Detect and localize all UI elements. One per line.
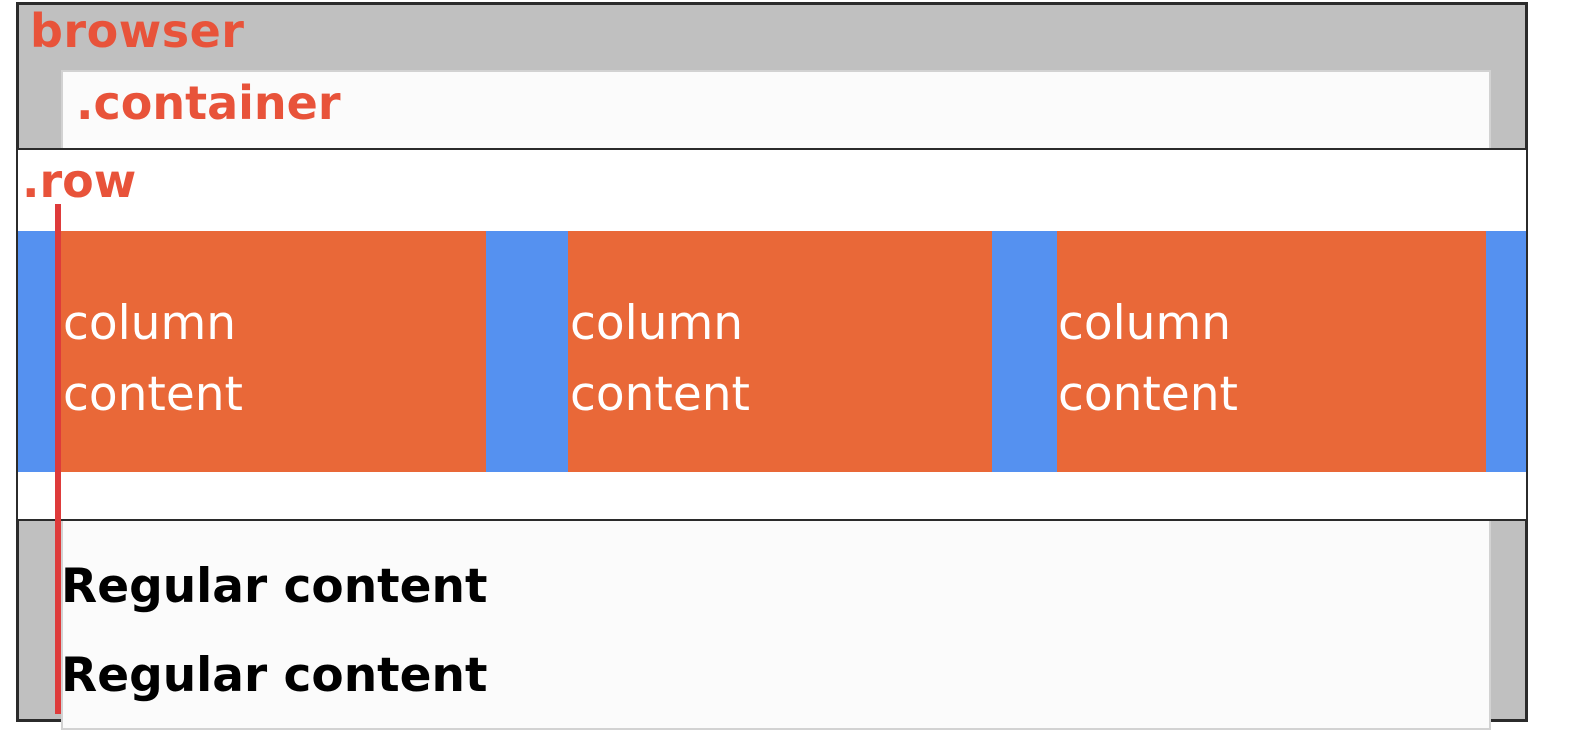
column-2-text: column content bbox=[570, 288, 750, 430]
column-3-line2: content bbox=[1058, 367, 1238, 422]
row-label: .row bbox=[22, 154, 137, 208]
column-1-line2: content bbox=[63, 367, 243, 422]
alignment-marker-line bbox=[55, 204, 61, 714]
browser-label: browser bbox=[30, 4, 245, 58]
column-2-line2: content bbox=[570, 367, 750, 422]
container-label: .container bbox=[76, 76, 341, 130]
column-3-text: column content bbox=[1058, 288, 1238, 430]
column-3-line1: column bbox=[1058, 296, 1232, 351]
column-1-text: column content bbox=[63, 288, 243, 430]
regular-content-2: Regular content bbox=[61, 648, 488, 703]
column-1-line1: column bbox=[63, 296, 237, 351]
regular-content-1: Regular content bbox=[61, 559, 488, 614]
column-2-line1: column bbox=[570, 296, 744, 351]
